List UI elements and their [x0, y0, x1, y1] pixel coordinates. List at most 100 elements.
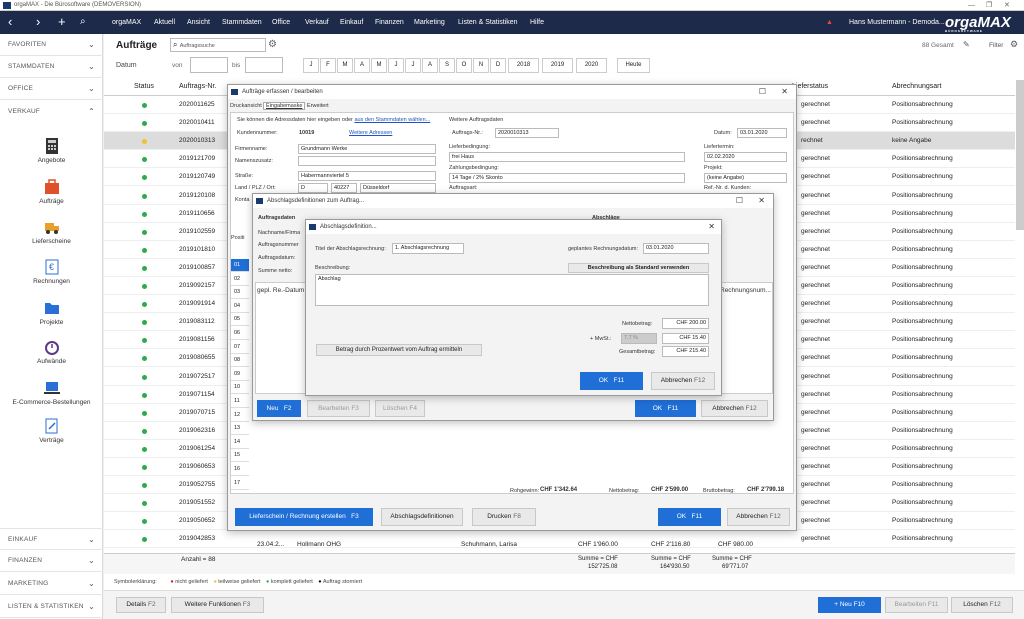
sidebar-section-stammdaten[interactable]: STAMMDATEN ⌄: [0, 56, 103, 78]
close-icon[interactable]: ✕: [708, 220, 715, 234]
ok-button[interactable]: OK F11: [658, 508, 721, 526]
menu-finanzen[interactable]: Finanzen: [375, 11, 404, 34]
month-jan[interactable]: J: [303, 58, 319, 73]
maximize-icon[interactable]: ☐: [736, 194, 743, 208]
user-name[interactable]: Hans Mustermann - Demoda...: [849, 11, 945, 34]
projekt-select[interactable]: (keine Angabe): [704, 173, 787, 183]
datum-input[interactable]: 03.01.2020: [737, 128, 787, 138]
sidebar-item-vertraege[interactable]: Verträge: [0, 418, 103, 444]
sidebar-item-lieferscheine[interactable]: Lieferscheine: [0, 219, 103, 245]
menu-stammdaten[interactable]: Stammdaten: [222, 11, 262, 34]
position-row[interactable]: 08: [231, 354, 249, 368]
date-from-input[interactable]: [190, 57, 228, 73]
date-to-input[interactable]: [245, 57, 283, 73]
alert-icon[interactable]: ▲: [826, 11, 833, 34]
abschlagsdef-abbrechen-button[interactable]: Abbrechen F12: [651, 372, 715, 390]
month-aug[interactable]: A: [422, 58, 438, 73]
col-abrechnungsart[interactable]: Abrechnungsart: [892, 78, 941, 96]
menu-aktuell[interactable]: Aktuell: [154, 11, 175, 34]
neu-button[interactable]: + Neu F10: [818, 597, 881, 613]
sidebar-section-finanzen[interactable]: FINANZEN ⌄: [0, 550, 103, 572]
menu-einkauf[interactable]: Einkauf: [340, 11, 363, 34]
prozentwert-button[interactable]: Betrag durch Prozentwert vom Auftrag erm…: [316, 344, 482, 356]
liefertermin-input[interactable]: 02.02.2020: [704, 152, 787, 162]
abschlag-neu-button[interactable]: Neu F2: [257, 400, 301, 417]
position-row[interactable]: 16: [231, 463, 249, 476]
col-auftragsnr[interactable]: Auftrags-Nr.: [179, 78, 216, 96]
month-jul[interactable]: J: [405, 58, 421, 73]
pin-icon[interactable]: ✎: [963, 40, 970, 49]
month-sep[interactable]: S: [439, 58, 455, 73]
back-icon[interactable]: ‹: [8, 14, 12, 30]
menu-verkauf[interactable]: Verkauf: [305, 11, 329, 34]
land-select[interactable]: D: [298, 183, 328, 193]
col-status[interactable]: Status: [134, 78, 154, 96]
month-may[interactable]: M: [371, 58, 387, 73]
namenszusatz-input[interactable]: [298, 156, 436, 166]
bearbeiten-button[interactable]: Bearbeiten F11: [885, 597, 948, 613]
weitere-adressen-link[interactable]: Weitere Adressen: [349, 130, 392, 136]
year-2020[interactable]: 2020: [576, 58, 607, 73]
position-row[interactable]: 01: [231, 259, 249, 272]
col-lieferstatus[interactable]: Lieferstatus: [792, 78, 828, 96]
position-row[interactable]: 14: [231, 435, 249, 449]
sidebar-section-verkauf[interactable]: VERKAUF ⌃: [0, 101, 103, 123]
sidebar-item-ecommerce[interactable]: E-Commerce-Bestellungen: [0, 380, 103, 406]
nettobetrag-input[interactable]: CHF 200.00: [662, 318, 709, 329]
sidebar-section-marketing[interactable]: MARKETING ⌄: [0, 573, 103, 595]
sidebar-section-office[interactable]: OFFICE ⌄: [0, 78, 103, 100]
position-row[interactable]: 15: [231, 449, 249, 463]
settings-icon[interactable]: ⚙: [268, 39, 277, 50]
menu-ansicht[interactable]: Ansicht: [187, 11, 210, 34]
stammdaten-link[interactable]: aus den Stammdaten wählen...: [354, 117, 430, 123]
year-2019[interactable]: 2019: [542, 58, 573, 73]
abbrechen-button[interactable]: Abbrechen F12: [727, 508, 790, 526]
close-icon[interactable]: ✕: [781, 85, 788, 99]
position-row[interactable]: 13: [231, 422, 249, 436]
month-feb[interactable]: F: [320, 58, 336, 73]
menu-marketing[interactable]: Marketing: [414, 11, 445, 34]
mwst-select[interactable]: 7.7 %: [621, 333, 657, 344]
details-button[interactable]: Details F2: [116, 597, 166, 613]
forward-icon[interactable]: ›: [36, 14, 40, 30]
close-icon[interactable]: ✕: [758, 194, 765, 208]
sidebar-section-einkauf[interactable]: EINKAUF ⌄: [0, 528, 103, 550]
abschlagsdef-ok-button[interactable]: OK F11: [580, 372, 643, 390]
tab-erweitert[interactable]: Erweitert: [307, 103, 329, 109]
abschlag-bearbeiten-button[interactable]: Bearbeiten F3: [307, 400, 370, 417]
lieferbedingung-select[interactable]: frei Haus: [449, 152, 685, 162]
month-jun[interactable]: J: [388, 58, 404, 73]
minimize-icon[interactable]: —: [968, 0, 975, 11]
search-input[interactable]: ⌕ Auftragssuche: [170, 38, 266, 52]
firmenname-input[interactable]: Grundmann Werke: [298, 144, 436, 154]
sidebar-item-angebote[interactable]: Angebote: [0, 138, 103, 164]
month-apr[interactable]: A: [354, 58, 370, 73]
heute-button[interactable]: Heute: [617, 58, 650, 73]
month-nov[interactable]: N: [473, 58, 489, 73]
menu-listen[interactable]: Listen & Statistiken: [458, 11, 518, 34]
month-oct[interactable]: O: [456, 58, 472, 73]
abschlag-abbrechen-button[interactable]: Abbrechen F12: [701, 400, 768, 417]
plz-input[interactable]: 40227: [331, 183, 357, 193]
position-row[interactable]: 12: [231, 408, 249, 422]
close-icon[interactable]: ✕: [1004, 0, 1010, 11]
tab-eingabemaske[interactable]: Eingabemaske: [263, 102, 306, 110]
position-row[interactable]: 04: [231, 299, 249, 313]
loeschen-button[interactable]: Löschen F12: [951, 597, 1013, 613]
ort-input[interactable]: Düsseldorf: [360, 183, 436, 193]
menu-hilfe[interactable]: Hilfe: [530, 11, 544, 34]
maximize-icon[interactable]: ❐: [986, 0, 992, 11]
filter-button[interactable]: Filter: [989, 42, 1003, 49]
sidebar-item-aufwaende[interactable]: Aufwände: [0, 339, 103, 365]
sidebar-item-projekte[interactable]: Projekte: [0, 300, 103, 326]
sidebar-section-favoriten[interactable]: FAVORITEN ⌄: [0, 34, 103, 56]
abschlagsdefinitionen-button[interactable]: Abschlagsdefinitionen: [381, 508, 463, 526]
geplantes-datum-input[interactable]: 03.01.2020: [643, 243, 709, 254]
drucken-button[interactable]: Drucken F8: [472, 508, 536, 526]
auftragsnr-input[interactable]: 2020010313: [495, 128, 559, 138]
maximize-icon[interactable]: ☐: [759, 85, 766, 99]
weitere-funktionen-button[interactable]: Weitere Funktionen F3: [171, 597, 264, 613]
table-row[interactable]: 2019042853 gerechnet Positionsabrechnung: [104, 530, 1015, 549]
tab-druckansicht[interactable]: Druckansicht: [230, 103, 262, 109]
position-row[interactable]: 03: [231, 286, 249, 300]
